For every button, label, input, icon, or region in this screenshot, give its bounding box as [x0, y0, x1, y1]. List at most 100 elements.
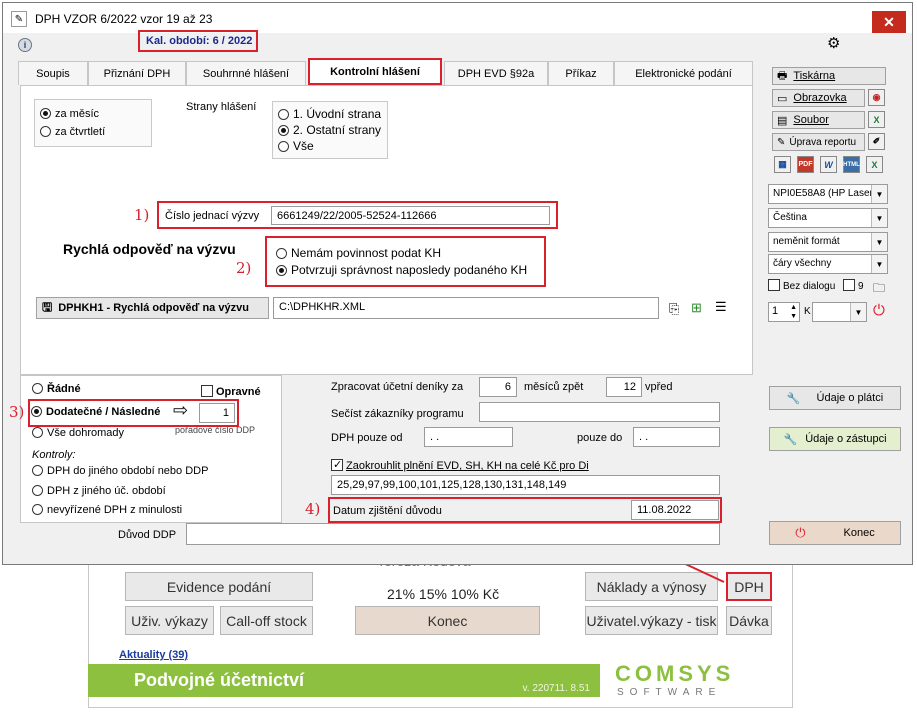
screen-button[interactable]: ▭ Obrazovka	[772, 89, 865, 107]
checkbox-icon[interactable]	[768, 279, 780, 291]
tab-kontrolni[interactable]: Kontrolní hlášení	[308, 58, 442, 85]
stack-icon[interactable]: ☰	[715, 299, 727, 315]
radio-icon[interactable]	[278, 109, 289, 120]
tab-elektronicke[interactable]: Elektronické podání	[614, 61, 753, 85]
chevron-down-icon[interactable]: ▼	[850, 303, 866, 321]
codes-input[interactable]: 25,29,97,99,100,101,125,128,130,131,148,…	[331, 475, 720, 495]
end-button[interactable]: ⏻ Konec	[769, 521, 901, 545]
tab-prikaz[interactable]: Příkaz	[548, 61, 614, 85]
ref-input[interactable]: 6661249/22/2005-52524-112666	[271, 206, 550, 225]
radio-no-duty[interactable]: Nemám povinnost podat KH	[276, 246, 441, 260]
power-icon[interactable]: ⏻	[873, 302, 885, 319]
copy-icon[interactable]: ⎘	[669, 301, 679, 317]
radio-icon[interactable]	[278, 141, 289, 152]
radio-icon[interactable]	[32, 465, 43, 476]
radio-page2[interactable]: 2. Ostatní strany	[278, 123, 381, 137]
wrench-icon: 🔧	[786, 392, 801, 405]
customers-input[interactable]	[479, 402, 720, 422]
tab-evd[interactable]: DPH EVD §92a	[444, 61, 548, 85]
power-icon: ⏻	[795, 525, 806, 540]
radio-icon[interactable]	[32, 383, 43, 394]
round-checkbox[interactable]: Zaokrouhlit plnění EVD, SH, KH na celé K…	[331, 458, 589, 472]
radio-icon[interactable]	[32, 427, 43, 438]
format-value: neměnit formát	[773, 236, 840, 247]
chevron-down-icon[interactable]: ▼	[871, 255, 887, 273]
radio-icon[interactable]	[276, 265, 287, 276]
printer-value: NPI0E58A8 (HP LaserJ	[773, 188, 878, 199]
preview-icon[interactable]: ◉	[868, 89, 885, 106]
info-icon[interactable]: i	[18, 38, 32, 52]
spin-arrows-icon[interactable]: ▲ ▼	[790, 303, 797, 321]
spin-input[interactable]: 1 ▲ ▼	[768, 302, 800, 322]
checkbox-icon[interactable]	[843, 279, 855, 291]
file-button[interactable]: ▤ Soubor	[772, 111, 865, 129]
no-dialog-checkbox[interactable]: Bez dialogu	[768, 279, 835, 292]
checkbox-icon[interactable]	[201, 385, 213, 397]
representative-button[interactable]: 🔧 Údaje o zástupci	[769, 427, 901, 451]
radio-icon[interactable]	[40, 108, 51, 119]
months-input[interactable]: 6	[479, 377, 517, 397]
ref-label: Číslo jednací výzvy	[165, 210, 260, 222]
tab-priznani[interactable]: Přiznání DPH	[88, 61, 186, 85]
radio-icon[interactable]	[278, 125, 289, 136]
quick-reply-button[interactable]: 🖫 DPHKH1 - Rychlá odpověď na výzvu	[36, 297, 269, 319]
printer-select[interactable]: NPI0E58A8 (HP LaserJ ▼	[768, 184, 888, 204]
path-input[interactable]: C:\DPHKHR.XML	[273, 297, 659, 319]
period-group: za měsíc za čtvrtletí	[34, 99, 152, 147]
language-select[interactable]: Čeština ▼	[768, 208, 888, 228]
radio-icon[interactable]	[32, 485, 43, 496]
pdf-icon[interactable]: PDF	[797, 156, 814, 173]
reason-input[interactable]	[186, 523, 720, 545]
lines-select[interactable]: čáry všechny ▼	[768, 254, 888, 274]
radio-icon[interactable]	[32, 504, 43, 515]
checkbox-label: Zaokrouhlit plnění EVD, SH, KH na celé K…	[346, 460, 589, 472]
app-icon: ✎	[11, 11, 27, 27]
date-input[interactable]: 11.08.2022	[631, 500, 719, 520]
excel-icon[interactable]: X	[868, 111, 885, 128]
excel-icon-2[interactable]: X	[866, 156, 883, 173]
spin-k-label: K	[804, 306, 811, 317]
opravne-checkbox[interactable]: Opravné	[201, 385, 261, 398]
radio-control-1[interactable]: DPH do jiného období nebo DDP	[32, 465, 208, 477]
radio-page1[interactable]: 1. Úvodní strana	[278, 107, 381, 121]
grid-icon[interactable]: ▦	[774, 156, 791, 173]
spin-select[interactable]: ▼	[812, 302, 867, 322]
radio-supplementary[interactable]: Dodatečné / Následné	[31, 406, 160, 418]
chevron-down-icon[interactable]: ▼	[871, 185, 887, 203]
payer-button[interactable]: 🔧 Údaje o plátci	[769, 386, 901, 410]
radio-icon[interactable]	[31, 406, 42, 417]
folder-icon[interactable]: 🗀	[873, 279, 885, 300]
chevron-down-icon[interactable]: ▼	[871, 209, 887, 227]
print-button[interactable]: 🖶 Tiskárna	[772, 67, 886, 85]
add-icon[interactable]: ⊞	[691, 300, 702, 316]
brush-icon[interactable]: ✐	[868, 133, 885, 150]
format-select[interactable]: neměnit formát ▼	[768, 232, 888, 252]
chevron-down-icon[interactable]: ▼	[871, 233, 887, 251]
radio-quarterly[interactable]: za čtvrtletí	[40, 126, 105, 138]
radio-regular[interactable]: Řádné	[32, 383, 81, 395]
tab-soupis[interactable]: Soupis	[18, 61, 88, 85]
checkbox-icon[interactable]	[331, 458, 343, 471]
radio-all[interactable]: Vše	[278, 139, 314, 153]
radio-control-3[interactable]: nevyřízené DPH z minulosti	[32, 504, 182, 516]
ahead-input[interactable]: 12	[606, 377, 642, 397]
to-input[interactable]: . .	[633, 427, 720, 447]
radio-control-2[interactable]: DPH z jiného úč. období	[32, 485, 166, 497]
radio-icon[interactable]	[276, 248, 287, 259]
edit-report-button[interactable]: ✎ Úprava reportu	[772, 133, 865, 151]
from-input[interactable]: . .	[424, 427, 513, 447]
radio-icon[interactable]	[40, 126, 51, 137]
quick-heading: Rychlá odpověď na výzvu	[63, 241, 236, 257]
seq-input[interactable]: 1	[199, 403, 235, 423]
radio-all-together[interactable]: Vše dohromady	[32, 427, 124, 439]
close-button[interactable]: ✕	[872, 11, 906, 33]
radio-monthly[interactable]: za měsíc	[40, 108, 99, 120]
no-dialog-label: Bez dialogu	[783, 281, 836, 292]
copies-checkbox[interactable]: 9	[843, 279, 864, 292]
word-icon[interactable]: W	[820, 156, 837, 173]
tab-souhrnne[interactable]: Souhrnné hlášení	[186, 61, 306, 85]
title-bar: ✎ DPH VZOR 6/2022 vzor 19 až 23 ✕	[3, 3, 912, 33]
html-icon[interactable]: HTML	[843, 156, 860, 173]
gear-icon[interactable]: ⚙	[827, 34, 840, 52]
radio-confirm[interactable]: Potvrzuji správnost naposledy podaného K…	[276, 263, 527, 277]
